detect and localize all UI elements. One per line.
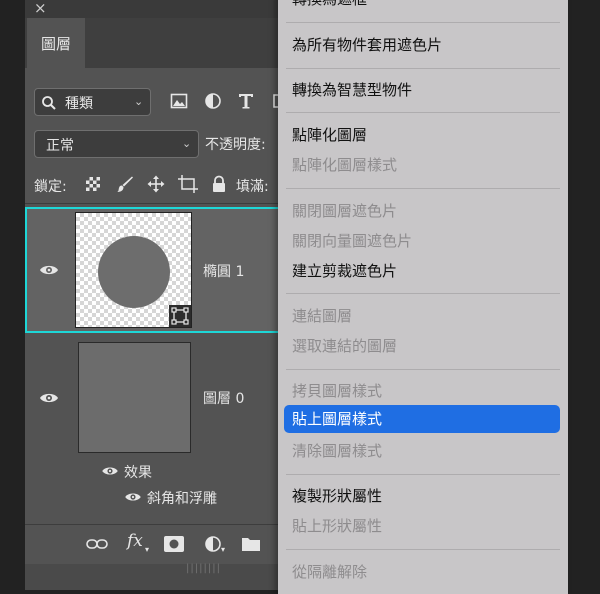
image-filter-icon[interactable]	[170, 92, 188, 110]
tab-layers-label: 圖層	[41, 35, 72, 53]
menu-item-convert-to-frame[interactable]: 轉換為遮框	[292, 0, 367, 9]
menu-item-disable-vector-mask: 關閉向量圖遮色片	[292, 232, 413, 250]
layer-thumbnail	[78, 342, 191, 453]
menu-separator	[286, 369, 560, 370]
menu-item-release-from-isolation: 從隔離解除	[292, 563, 368, 581]
menu-separator	[286, 68, 560, 69]
layer-thumbnail	[75, 212, 192, 328]
layer-name[interactable]: 橢圓 1	[203, 261, 244, 281]
menu-item-clear-layer-style: 清除圖層樣式	[292, 442, 383, 460]
lock-icon[interactable]	[211, 175, 227, 193]
adjustment-filter-icon[interactable]	[204, 92, 222, 110]
artboard-icon[interactable]	[178, 175, 198, 193]
visibility-eye-icon[interactable]	[39, 263, 59, 277]
menu-separator	[286, 474, 560, 475]
layer-name[interactable]: 圖層 0	[203, 388, 244, 408]
opacity-label: 不透明度:	[205, 137, 266, 153]
filter-kind-label: 種類	[65, 96, 93, 112]
menu-item-copy-shape-attributes[interactable]: 複製形狀屬性	[292, 486, 382, 506]
new-group-icon[interactable]	[241, 536, 261, 552]
text-filter-icon[interactable]	[237, 92, 255, 110]
menu-item-disable-layer-mask: 關閉圖層遮色片	[292, 202, 398, 220]
chevron-down-icon: ⌄	[134, 95, 144, 108]
divider	[25, 203, 285, 204]
chevron-down-icon: ⌄	[182, 137, 192, 150]
menu-separator	[286, 188, 560, 189]
blend-mode-label: 正常	[46, 138, 74, 154]
link-layers-icon[interactable]	[86, 538, 108, 550]
ellipse-shape-preview	[98, 236, 170, 308]
bevel-emboss-visibility-eye-icon[interactable]	[124, 491, 142, 503]
menu-item-paste-layer-style[interactable]: 貼上圖層樣式	[284, 405, 560, 433]
filter-kind-select[interactable]: 種類 ⌄	[34, 88, 151, 116]
add-mask-icon[interactable]	[164, 536, 184, 552]
lock-transparent-pixels-icon[interactable]	[84, 175, 102, 193]
shape-layer-icon	[171, 307, 189, 325]
menu-separator	[286, 112, 560, 113]
adjustment-dropdown-triangle-icon: ▾	[221, 545, 226, 554]
menu-item-apply-mask-all[interactable]: 為所有物件套用遮色片	[292, 35, 442, 55]
effects-label[interactable]: 效果	[124, 462, 152, 482]
layer-row-ellipse-1[interactable]: 橢圓 1	[25, 207, 285, 333]
panel-title-bar: ×	[25, 0, 285, 18]
panel-bottom-toolbar: fx ▾ ▾	[25, 524, 285, 565]
menu-separator	[286, 293, 560, 294]
tab-layers[interactable]: 圖層	[27, 18, 85, 68]
fill-label: 填滿:	[236, 179, 269, 195]
menu-item-rasterize-layer[interactable]: 點陣化圖層	[292, 125, 367, 145]
menu-item-paste-shape-attributes: 貼上形狀屬性	[292, 517, 383, 535]
shape-layer-badge	[169, 305, 191, 327]
new-adjustment-icon[interactable]	[204, 535, 222, 553]
fx-icon[interactable]: fx	[127, 531, 143, 551]
menu-separator	[286, 22, 560, 23]
menu-item-select-linked-layers: 選取連結的圖層	[292, 337, 398, 355]
visibility-eye-icon[interactable]	[39, 391, 59, 405]
bevel-emboss-effect-label[interactable]: 斜角和浮雕	[147, 488, 217, 508]
blend-mode-select[interactable]: 正常 ⌄	[34, 130, 199, 158]
layer-context-menu: 轉換為遮框 為所有物件套用遮色片 轉換為智慧型物件 點陣化圖層 點陣化圖層樣式 …	[278, 0, 568, 594]
brush-icon[interactable]	[116, 175, 134, 193]
lock-label: 鎖定:	[34, 179, 67, 195]
menu-item-copy-layer-style: 拷貝圖層樣式	[292, 382, 383, 400]
search-icon	[42, 96, 56, 110]
layer-row-layer-0[interactable]: 圖層 0 效果 斜角和浮雕	[25, 334, 285, 524]
menu-item-create-clipping-mask[interactable]: 建立剪裁遮色片	[292, 261, 397, 281]
close-panel-button[interactable]: ×	[34, 0, 47, 18]
menu-item-rasterize-layer-style: 點陣化圖層樣式	[292, 156, 398, 174]
fx-dropdown-triangle-icon: ▾	[145, 545, 150, 554]
menu-item-link-layers: 連結圖層	[292, 307, 353, 325]
menu-separator	[286, 549, 560, 550]
move-icon[interactable]	[147, 175, 165, 193]
effects-visibility-eye-icon[interactable]	[101, 465, 119, 477]
layers-panel: × 圖層 種類 ⌄ 正常 ⌄ 不透明度: 鎖定: 填滿: 橢圓 1 圖層 0 效…	[25, 0, 285, 590]
menu-item-label: 貼上圖層樣式	[292, 410, 383, 428]
menu-item-convert-smart-object[interactable]: 轉換為智慧型物件	[292, 80, 412, 100]
panel-resize-grip[interactable]: ||||||||	[25, 563, 285, 590]
